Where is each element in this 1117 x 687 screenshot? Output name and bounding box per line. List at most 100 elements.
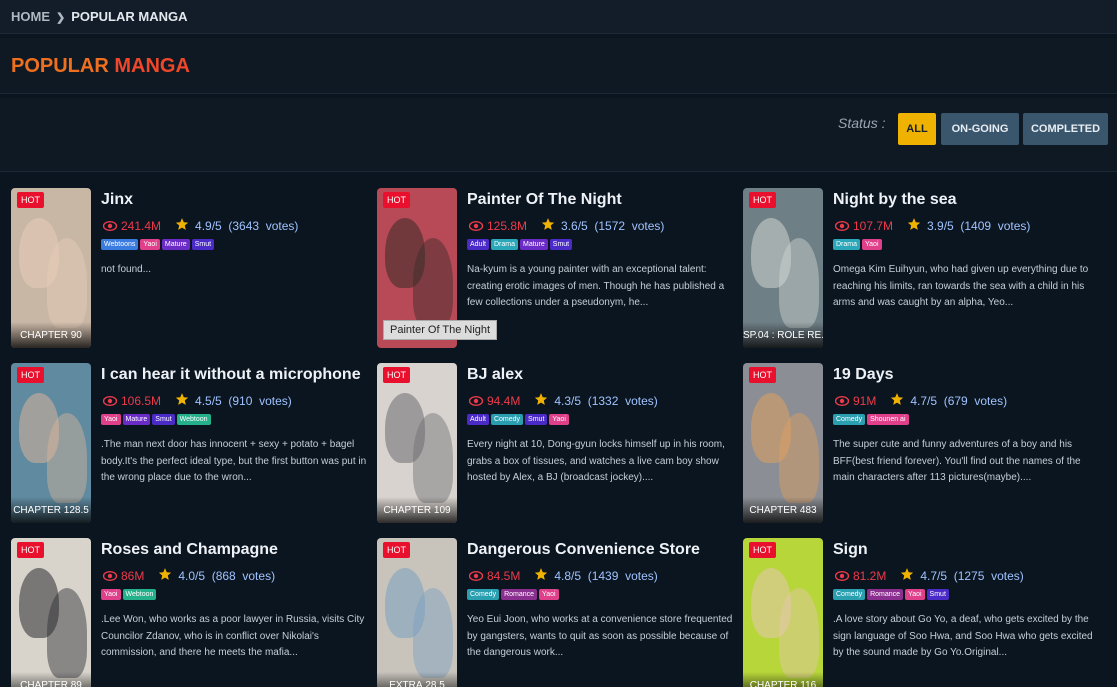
eye-icon: [468, 565, 484, 589]
latest-chapter-link[interactable]: CHAPTER 109: [377, 497, 457, 523]
view-count: 94.4M: [487, 394, 521, 408]
manga-title-link[interactable]: Painter Of The Night: [467, 188, 735, 212]
latest-chapter-link[interactable]: CHAPTER 483: [743, 497, 823, 523]
genre-tag[interactable]: Yaoi: [549, 414, 569, 425]
manga-title-link[interactable]: Roses and Champagne: [101, 538, 369, 562]
manga-cover[interactable]: HOT CHAPTER 128.5: [11, 363, 91, 523]
manga-cover[interactable]: HOT CHAPTER 89: [11, 538, 91, 687]
genre-tag[interactable]: Mature: [161, 239, 190, 250]
star-icon: [175, 390, 189, 414]
manga-description: The super cute and funny adventures of a…: [833, 439, 1081, 483]
manga-description: Every night at 10, Dong-gyun locks himse…: [467, 439, 725, 483]
genre-tag[interactable]: Comedy: [490, 414, 524, 425]
page-title: POPULAR MANGA: [11, 55, 190, 78]
manga-description: .A love story about Go Yo, a deaf, who g…: [833, 614, 1093, 658]
genre-tag[interactable]: Romance: [867, 589, 904, 600]
genre-tag[interactable]: Adult: [467, 414, 489, 425]
rating-text: 4.7/5 (1275 votes): [920, 569, 1024, 583]
manga-stats: 91M 4.7/5 (679 votes): [833, 389, 1101, 413]
eye-icon: [834, 215, 850, 239]
cover-art: [47, 238, 87, 328]
chevron-right-icon: ❯: [56, 12, 66, 24]
manga-info: 19 Days 91M 4.7/5 (679 votes) Comedy Shoun…: [833, 363, 1101, 487]
genre-tag[interactable]: Mature: [519, 239, 548, 250]
manga-title-link[interactable]: Jinx: [101, 188, 369, 212]
manga-info: Sign 81.2M 4.7/5 (1275 votes) Comedy Roman…: [833, 538, 1101, 662]
genre-tag[interactable]: Smut: [926, 589, 949, 600]
star-icon: [541, 215, 555, 239]
filter-ongoing-button[interactable]: ON-GOING: [941, 113, 1019, 145]
filter-completed-button[interactable]: COMPLETED: [1023, 113, 1108, 145]
genre-tag[interactable]: Drama: [833, 239, 861, 250]
manga-info: I can hear it without a microphone 106.5…: [101, 363, 369, 487]
manga-stats: 86M 4.0/5 (868 votes): [101, 564, 369, 588]
genre-tags: Comedy Romance Yaoi Smut: [833, 589, 1101, 605]
status-label: Status :: [838, 115, 886, 131]
manga-cover[interactable]: HOT CHAPTER 116: [743, 538, 823, 687]
genre-tag[interactable]: Webtoons: [101, 239, 139, 250]
manga-cover[interactable]: HOT CHAPTER 483: [743, 363, 823, 523]
star-icon: [534, 390, 548, 414]
cover-art: [413, 238, 453, 328]
genre-tag[interactable]: Comedy: [467, 589, 500, 600]
manga-cover[interactable]: HOT CHAPTER 90: [11, 188, 91, 348]
genre-tag[interactable]: Smut: [525, 414, 548, 425]
genre-tag[interactable]: Adult: [467, 239, 489, 250]
genre-tag[interactable]: Yaoi: [905, 589, 925, 600]
manga-title-link[interactable]: 19 Days: [833, 363, 1101, 387]
star-icon: [175, 215, 189, 239]
manga-cover[interactable]: HOT CHAPTER 109: [377, 363, 457, 523]
cover-art: [779, 238, 819, 328]
genre-tag[interactable]: Yaoi: [101, 589, 121, 600]
cover-art: [413, 413, 453, 503]
genre-tag[interactable]: Yaoi: [101, 414, 121, 425]
genre-tag[interactable]: Comedy: [833, 414, 866, 425]
manga-card: HOT CHAPTER 116 Sign 81.2M 4.7/5 (1275 vo…: [743, 538, 1103, 687]
latest-chapter-link[interactable]: CHAPTER 116: [743, 672, 823, 687]
genre-tags: Adult Drama Mature Smut: [467, 239, 735, 255]
manga-title-link[interactable]: I can hear it without a microphone: [101, 363, 369, 387]
filter-all-button[interactable]: ALL: [898, 113, 936, 145]
latest-chapter-link[interactable]: CHAPTER 89: [11, 672, 91, 687]
genre-tag[interactable]: Drama: [490, 239, 518, 250]
genre-tags: Yaoi Webtoon: [101, 589, 369, 605]
manga-title-link[interactable]: Sign: [833, 538, 1101, 562]
eye-icon: [468, 390, 484, 414]
genre-tags: Adult Comedy Smut Yaoi: [467, 414, 735, 430]
genre-tag[interactable]: Romance: [501, 589, 538, 600]
manga-description: .The man next door has innocent + sexy +…: [101, 439, 367, 483]
manga-card: HOT EXTRA.28.5 Dangerous Convenience Sto…: [377, 538, 737, 687]
genre-tag[interactable]: Comedy: [833, 589, 866, 600]
genre-tag[interactable]: Smut: [549, 239, 573, 250]
manga-cover[interactable]: HOT EXTRA.28.5: [377, 538, 457, 687]
genre-tag[interactable]: Smut: [152, 414, 175, 425]
rating-text: 4.0/5 (868 votes): [178, 569, 276, 583]
genre-tag[interactable]: Smut: [191, 239, 215, 250]
star-icon: [890, 390, 904, 414]
genre-tag[interactable]: Webtoon: [176, 414, 211, 425]
title-tooltip: Painter Of The Night: [383, 320, 498, 340]
breadcrumb-current: POPULAR MANGA: [71, 9, 188, 24]
genre-tag[interactable]: Webtoon: [122, 589, 157, 600]
manga-title-link[interactable]: BJ alex: [467, 363, 735, 387]
manga-title-link[interactable]: Night by the sea: [833, 188, 1101, 212]
genre-tag[interactable]: Yaoi: [862, 239, 882, 250]
latest-chapter-link[interactable]: EXTRA.28.5: [377, 672, 457, 687]
breadcrumb-home-link[interactable]: HOME: [11, 9, 50, 24]
manga-card: HOT SP.04 : ROLE RE... Night by the sea …: [743, 188, 1103, 350]
eye-icon: [102, 390, 118, 414]
genre-tag[interactable]: Shounen ai: [867, 414, 909, 425]
manga-cover[interactable]: HOT SP.04 : ROLE RE...: [743, 188, 823, 348]
rating-text: 3.9/5 (1409 votes): [927, 219, 1031, 233]
latest-chapter-link[interactable]: SP.04 : ROLE RE...: [743, 322, 823, 348]
manga-stats: 107.7M 3.9/5 (1409 votes): [833, 214, 1101, 238]
manga-description: Na-kyum is a young painter with an excep…: [467, 264, 725, 308]
genre-tag[interactable]: Yaoi: [140, 239, 160, 250]
genre-tag[interactable]: Mature: [122, 414, 151, 425]
latest-chapter-link[interactable]: CHAPTER 90: [11, 322, 91, 348]
latest-chapter-link[interactable]: CHAPTER 128.5: [11, 497, 91, 523]
manga-title-link[interactable]: Dangerous Convenience Store: [467, 538, 735, 562]
page-title-part2: MANGA: [114, 55, 190, 77]
genre-tag[interactable]: Yaoi: [539, 589, 559, 600]
eye-icon: [102, 215, 118, 239]
